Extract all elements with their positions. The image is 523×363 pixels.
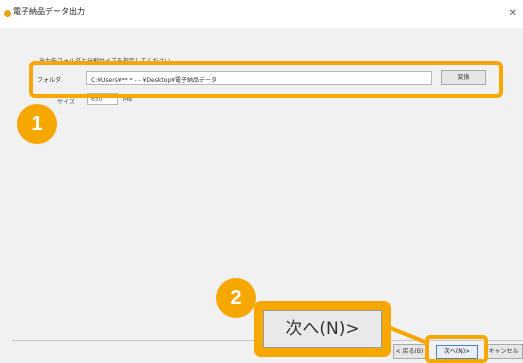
next-button-highlight-frame (425, 335, 488, 363)
folder-highlight-frame (29, 61, 503, 98)
title-bar: 電子納品データ出力 ✕ (0, 0, 523, 28)
step-badge-2: 2 (216, 278, 256, 318)
next-button-callout-label: 次へ(N)> (263, 310, 382, 348)
close-icon[interactable]: ✕ (509, 8, 517, 19)
window-title: 電子納品データ出力 (13, 7, 85, 16)
step-badge-1: 1 (17, 104, 57, 144)
next-button-callout: 次へ(N)> (254, 301, 391, 357)
app-icon (4, 10, 11, 17)
cancel-button[interactable]: キャンセル (484, 344, 523, 359)
split-size-label: サイズ (57, 99, 75, 106)
back-button[interactable]: < 戻る(B) (393, 344, 426, 359)
